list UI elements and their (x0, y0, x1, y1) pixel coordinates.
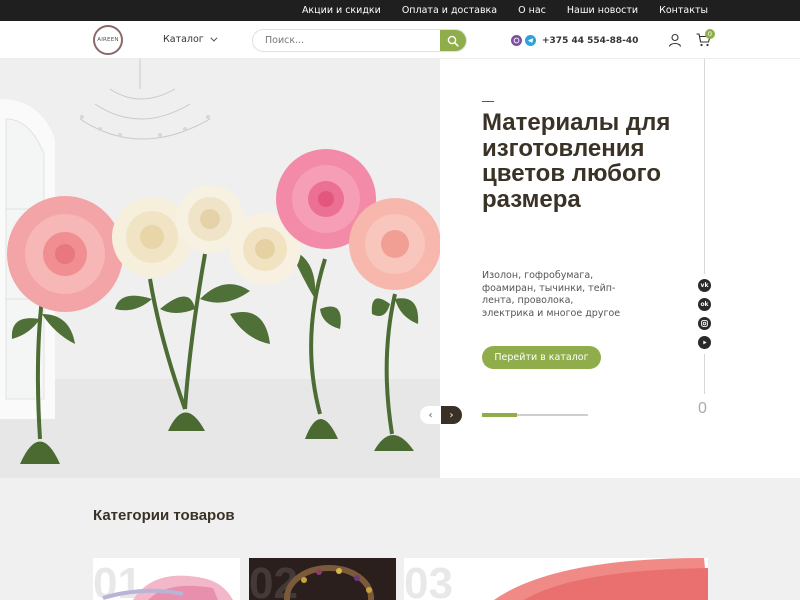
title-dash (482, 101, 494, 102)
logo-text: AIREEN (97, 37, 119, 43)
hero-subtitle: Изолон, гофробумага, фоамиран, тычинки, … (482, 270, 621, 319)
slider-progress (482, 413, 588, 417)
header: AIREEN Каталог +375 44 554-88-40 0 (0, 21, 800, 59)
hero-title: Материалы для изготовления цветов любого… (482, 109, 671, 213)
slider-prev-button[interactable]: ‹ (420, 406, 441, 424)
viber-icon[interactable] (511, 35, 522, 46)
slider-next-button[interactable]: › (441, 406, 462, 424)
catalog-dropdown[interactable]: Каталог (163, 34, 218, 45)
slide-number: 0 (698, 400, 707, 417)
slider-arrows: ‹ › (420, 406, 462, 424)
youtube-icon[interactable] (698, 336, 711, 349)
user-icon[interactable] (668, 33, 682, 47)
categories-title: Категории товаров (93, 507, 235, 524)
slider-progress-fill (482, 413, 517, 417)
category-card-image (284, 565, 374, 600)
search-icon (447, 35, 459, 47)
topnav-item-news[interactable]: Наши новости (567, 5, 638, 16)
search-button[interactable] (440, 30, 466, 51)
top-nav: Акции и скидки Оплата и доставка О нас Н… (281, 0, 708, 21)
category-card-image (102, 575, 233, 600)
chevron-down-icon (210, 34, 218, 42)
chevron-left-icon: ‹ (428, 409, 433, 421)
chevron-right-icon: › (449, 409, 454, 421)
top-bar: Акции и скидки Оплата и доставка О нас Н… (0, 0, 800, 21)
category-card[interactable]: 03 (404, 558, 708, 600)
side-divider-top (704, 59, 705, 274)
topnav-item-promotions[interactable]: Акции и скидки (302, 5, 381, 16)
topnav-item-contacts[interactable]: Контакты (659, 5, 708, 16)
search-input[interactable] (253, 30, 443, 51)
topnav-item-about[interactable]: О нас (518, 5, 546, 16)
instagram-icon[interactable] (698, 317, 711, 330)
category-card[interactable]: 02 (249, 558, 396, 600)
topnav-item-payment-delivery[interactable]: Оплата и доставка (402, 5, 497, 16)
logo[interactable]: AIREEN (93, 25, 123, 55)
catalog-label: Каталог (163, 34, 204, 45)
telegram-icon[interactable] (525, 35, 536, 46)
giant-paper-flowers-photo (0, 59, 440, 478)
go-to-catalog-button[interactable]: Перейти в каталог (482, 346, 601, 369)
phone-number[interactable]: +375 44 554-88-40 (542, 36, 638, 46)
hero-image (0, 59, 440, 478)
search-box (252, 29, 467, 52)
social-links: vk ok (698, 279, 711, 355)
category-card-image (494, 558, 708, 600)
category-card[interactable]: 01 (93, 558, 240, 600)
odnoklassniki-icon[interactable]: ok (698, 298, 711, 311)
side-divider-bottom (704, 354, 705, 394)
phone-block: +375 44 554-88-40 (511, 35, 638, 46)
vk-icon[interactable]: vk (698, 279, 711, 292)
cart-count-badge: 0 (705, 29, 715, 39)
